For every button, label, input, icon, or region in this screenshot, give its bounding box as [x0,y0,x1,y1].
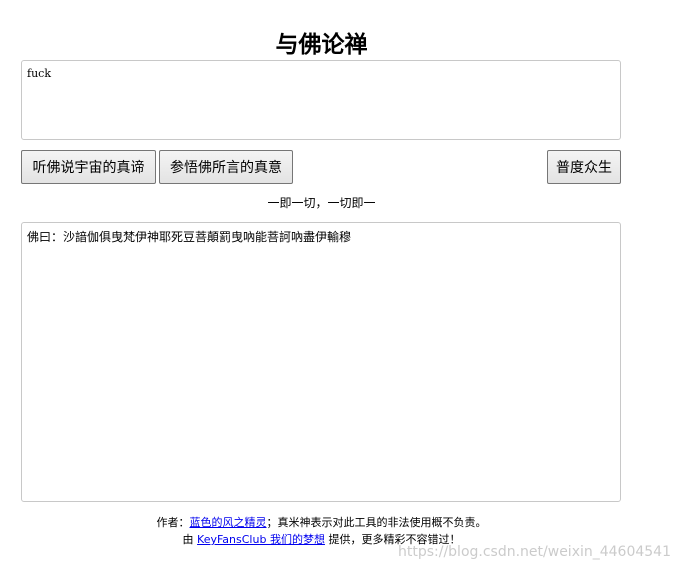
motto-text: 一即一切，一切即一 [267,196,376,210]
watermark: https://blog.csdn.net/weixin_44604541 [397,544,671,560]
decode-button[interactable]: 参悟佛所言的真意 [159,150,293,184]
footer-host-prefix: 由 [182,533,198,546]
footer-disclaimer: ；真米神表示对此工具的非法使用概不负责。 [266,516,487,529]
author-link[interactable]: 蓝色的风之精灵 [190,516,267,529]
encode-button[interactable]: 听佛说宇宙的真谛 [21,150,156,184]
page-title: 与佛论禅 [275,32,368,59]
input-text-area[interactable]: fuck [21,60,621,140]
footer-line-1: 作者：蓝色的风之精灵；真米神表示对此工具的非法使用概不负责。 [0,514,643,531]
footer-author-prefix: 作者： [156,516,190,529]
output-text-area[interactable]: 佛曰：沙諳伽俱曳梵伊神耶死豆菩顛罰曳吶能菩訶吶盡伊輸穆 [21,222,621,502]
share-button[interactable]: 普度众生 [547,150,621,184]
host-link[interactable]: KeyFansClub 我们的梦想 [197,533,325,546]
output-text: 佛曰：沙諳伽俱曳梵伊神耶死豆菩顛罰曳吶能菩訶吶盡伊輸穆 [27,230,352,244]
